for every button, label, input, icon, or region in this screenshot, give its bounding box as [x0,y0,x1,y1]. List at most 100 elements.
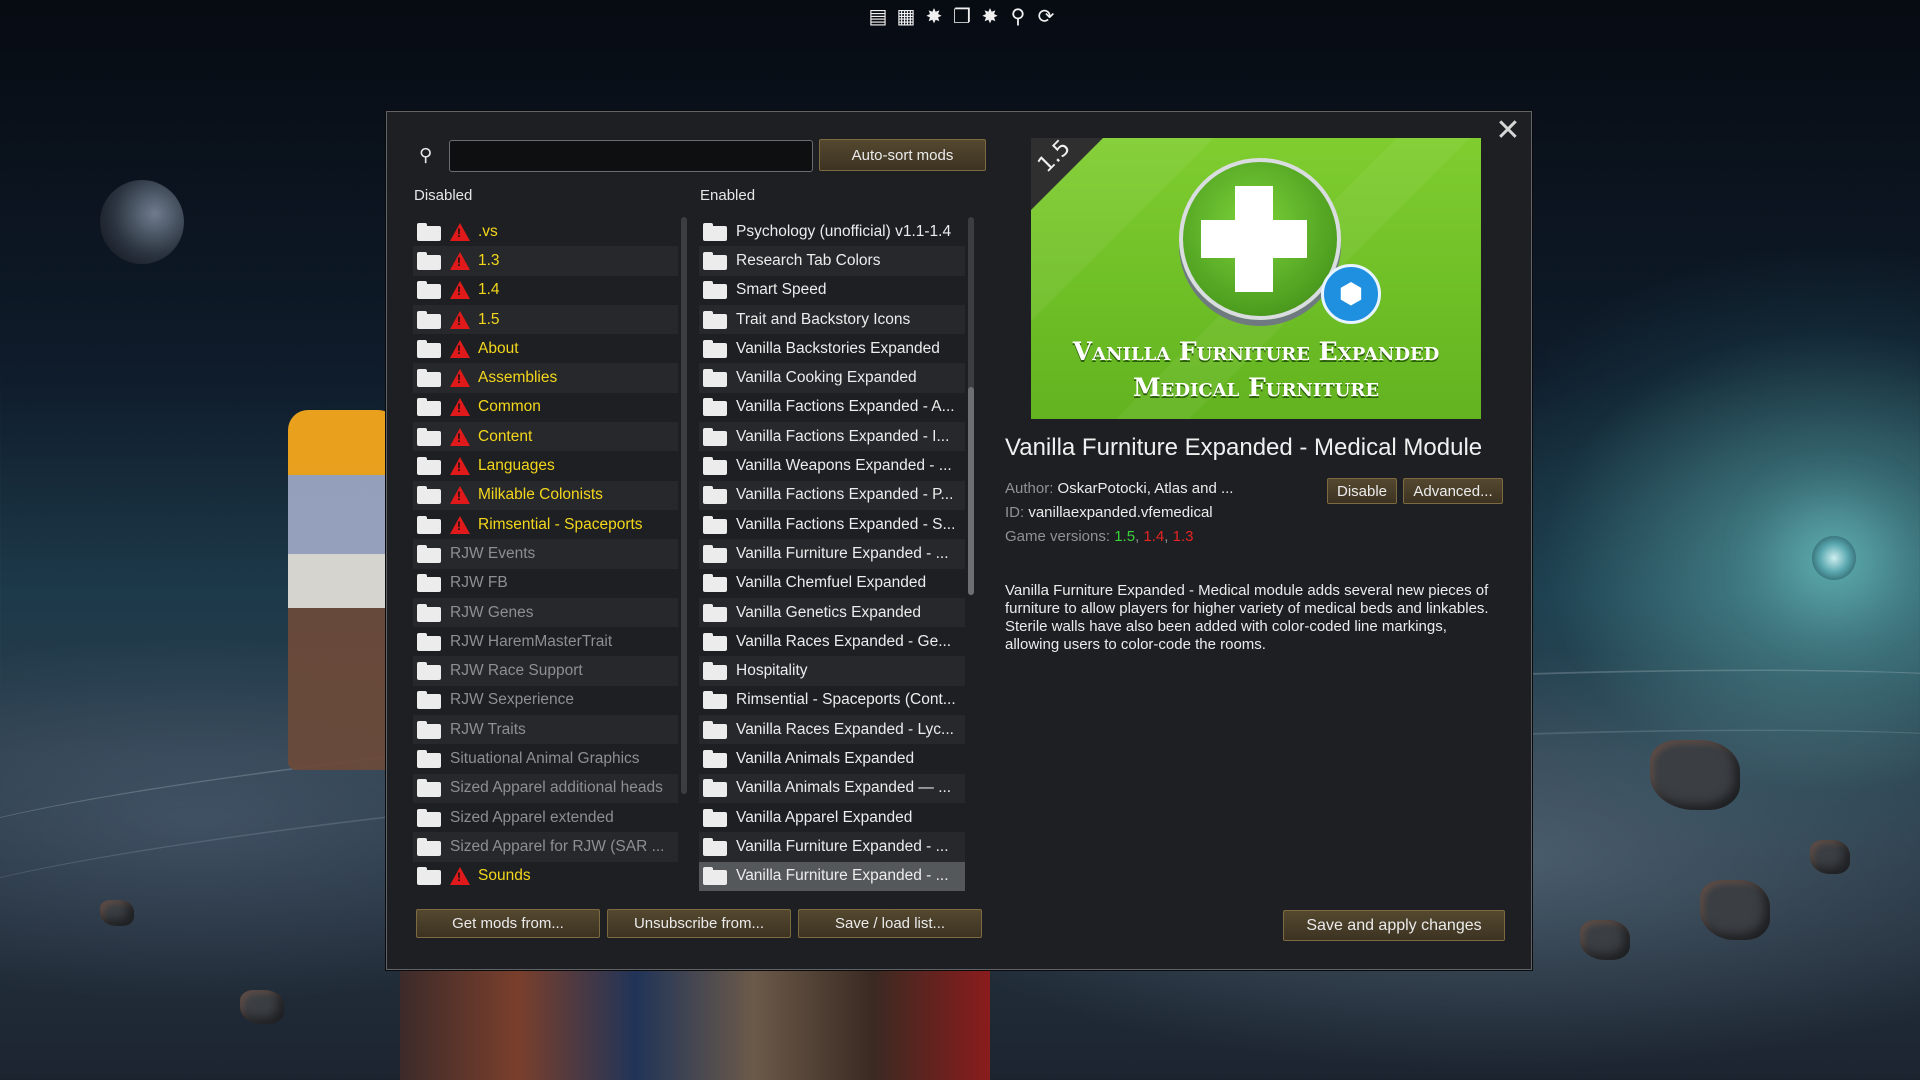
folder-icon[interactable] [417,427,441,446]
auto-sort-button[interactable]: Auto-sort mods [819,139,986,171]
folder-icon[interactable] [703,662,727,681]
disabled-mod-item[interactable]: ! Assemblies [413,363,678,393]
enabled-mod-item[interactable]: Smart Speed [699,276,965,305]
disable-button[interactable]: Disable [1327,478,1397,504]
gear-burst-icon[interactable]: ✸ [922,4,946,28]
enabled-mod-item[interactable]: Vanilla Factions Expanded - S... [699,510,965,539]
disabled-mod-item[interactable]: ! 1.5 [413,304,678,335]
folder-icon[interactable] [703,632,727,651]
disabled-mod-item[interactable]: ! About [413,334,678,363]
folder-icon[interactable] [417,369,441,388]
folder-icon[interactable] [703,544,727,563]
disabled-mod-item[interactable]: Sized Apparel for RJW (SAR ... [413,832,678,862]
get-mods-button[interactable]: Get mods from... [416,909,600,938]
search-input[interactable] [449,140,813,172]
unsubscribe-button[interactable]: Unsubscribe from... [607,909,791,938]
folder-icon[interactable] [703,515,727,534]
disabled-mod-item[interactable]: RJW Genes [413,597,678,628]
folder-icon[interactable] [417,808,441,827]
close-icon[interactable]: ✕ [1495,116,1521,146]
folder-icon[interactable] [703,720,727,739]
disabled-mod-item[interactable]: RJW Traits [413,715,678,745]
folder-icon[interactable] [417,749,441,768]
folder-icon[interactable] [703,369,727,388]
enabled-mod-item[interactable]: Vanilla Races Expanded - Lyc... [699,715,965,745]
folder-icon[interactable] [417,632,441,651]
disabled-scrollbar[interactable] [681,217,687,794]
folder-icon[interactable] [417,310,441,329]
disabled-mod-item[interactable]: ! 1.4 [413,276,678,305]
folder-icon[interactable] [417,398,441,417]
folder-icon[interactable] [417,662,441,681]
disabled-mod-item[interactable]: ! Content [413,422,678,452]
folder-icon[interactable] [417,222,441,241]
enabled-mod-item[interactable]: Research Tab Colors [699,246,965,276]
list-icon[interactable]: ▤ [866,4,890,28]
disabled-mod-item[interactable]: ! Milkable Colonists [413,480,678,510]
folder-icon[interactable] [417,339,441,358]
disabled-mod-item[interactable]: RJW HaremMasterTrait [413,627,678,656]
folder-icon[interactable] [703,339,727,358]
disabled-mod-list[interactable]: ! .vs! 1.3! 1.4! 1.5! About! Assemblies! Common… [413,217,678,1009]
gear-burst-icon[interactable]: ✸ [978,4,1002,28]
folder-icon[interactable] [703,281,727,300]
disabled-mod-item[interactable]: ! .vs [413,217,678,246]
disabled-mod-item[interactable]: Situational Animal Graphics [413,744,678,773]
folder-icon[interactable] [417,574,441,593]
folder-icon[interactable] [703,427,727,446]
disabled-mod-item[interactable]: ! Languages [413,451,678,480]
folder-icon[interactable] [417,251,441,270]
enabled-mod-item[interactable]: Vanilla Cooking Expanded [699,363,965,393]
folder-icon[interactable] [703,749,727,768]
folder-icon[interactable] [703,398,727,417]
disabled-mod-item[interactable]: ! 1.3 [413,246,678,276]
folder-icon[interactable] [703,310,727,329]
enabled-scroll-thumb[interactable] [968,387,974,595]
disabled-mod-item[interactable]: RJW Race Support [413,656,678,686]
folder-icon[interactable] [417,544,441,563]
folder-icon[interactable] [417,603,441,622]
enabled-mod-item[interactable]: Vanilla Genetics Expanded [699,597,965,628]
enabled-mod-item[interactable]: Vanilla Factions Expanded - A... [699,393,965,422]
enabled-mod-item[interactable]: Trait and Backstory Icons [699,304,965,335]
folder-icon[interactable] [703,808,727,827]
folder-icon[interactable] [703,574,727,593]
folder-icon[interactable] [417,486,441,505]
folder-icon[interactable] [417,779,441,798]
save-and-apply-button[interactable]: Save and apply changes [1283,910,1505,941]
search-icon[interactable]: ⚲ [1006,4,1030,28]
disabled-mod-item[interactable]: RJW Events [413,539,678,569]
save-load-list-button[interactable]: Save / load list... [798,909,982,938]
enabled-mod-item[interactable]: Vanilla Factions Expanded - P... [699,480,965,510]
folder-icon[interactable] [417,457,441,476]
enabled-scrollbar[interactable] [968,217,974,595]
enabled-mod-item[interactable]: Vanilla Apparel Expanded [699,803,965,832]
copy-icon[interactable]: ❐ [950,4,974,28]
folder-icon[interactable] [417,867,441,886]
disabled-mod-item[interactable]: Sized Apparel additional heads [413,773,678,803]
refresh-icon[interactable]: ⟳ [1034,4,1058,28]
enabled-mod-list[interactable]: Psychology (unofficial) v1.1-1.4 Research… [699,217,965,1009]
enabled-mod-item[interactable]: Vanilla Furniture Expanded - ... [699,861,965,891]
disabled-mod-item[interactable]: ! Rimsential - Spaceports [413,510,678,539]
folder-icon[interactable] [703,779,727,798]
enabled-mod-item[interactable]: Psychology (unofficial) v1.1-1.4 [699,217,965,246]
folder-icon[interactable] [417,720,441,739]
folder-icon[interactable] [703,251,727,270]
disabled-mod-item[interactable]: RJW FB [413,569,678,598]
advanced-button[interactable]: Advanced... [1403,478,1503,504]
folder-icon[interactable] [417,837,441,856]
enabled-mod-item[interactable]: Vanilla Animals Expanded [699,744,965,773]
enabled-mod-item[interactable]: Vanilla Factions Expanded - I... [699,422,965,452]
folder-icon[interactable] [703,691,727,710]
enabled-mod-item[interactable]: Vanilla Animals Expanded — ... [699,773,965,803]
folder-icon[interactable] [417,691,441,710]
disabled-mod-item[interactable]: Sized Apparel extended [413,803,678,832]
folder-icon[interactable] [703,867,727,886]
folder-icon[interactable] [703,486,727,505]
disabled-mod-item[interactable]: RJW Sexperience [413,686,678,715]
folder-icon[interactable] [703,222,727,241]
enabled-mod-item[interactable]: Hospitality [699,656,965,686]
folder-icon[interactable] [703,837,727,856]
enabled-mod-item[interactable]: Vanilla Furniture Expanded - ... [699,832,965,862]
